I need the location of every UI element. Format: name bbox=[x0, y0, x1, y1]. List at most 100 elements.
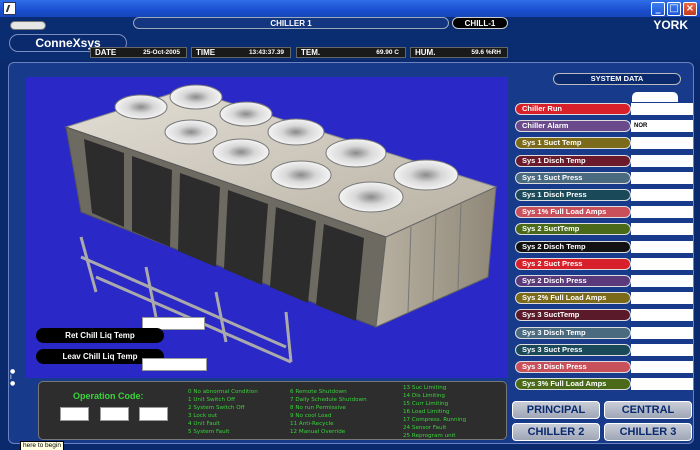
system-data-row: Sys 1 Disch Temp bbox=[515, 154, 693, 167]
system-data-row: Sys 1 Disch Press bbox=[515, 189, 693, 201]
code-item: 11 Anti-Recycle bbox=[290, 421, 334, 427]
menu-pill[interactable] bbox=[10, 21, 46, 30]
operation-codes-col-2: 6 Remote Shutdown 7 Daily Schedule Shutd… bbox=[290, 388, 367, 436]
operation-code-title: Operation Code: bbox=[73, 391, 144, 401]
code-item: 6 Remote Shutdown bbox=[290, 389, 347, 395]
operation-codes-col-1: 0 No abnormal Condition 1 Unit Switch Of… bbox=[188, 388, 258, 436]
title-bar: _ □ × bbox=[0, 0, 700, 18]
system-data-label[interactable]: Sys 2 SuctTemp bbox=[515, 223, 631, 236]
system-data-row: Sys 1% Full Load Amps bbox=[515, 206, 693, 219]
time-value: 13:43:37.39 bbox=[248, 49, 284, 56]
system-data-row: Sys 1 Suct Temp bbox=[515, 137, 693, 150]
code-item: 4 Unit Fault bbox=[188, 421, 220, 427]
time-label: TIME bbox=[196, 48, 216, 57]
system-data-label[interactable]: Sys 1 Suct Temp bbox=[515, 137, 631, 150]
close-button[interactable]: × bbox=[683, 2, 697, 16]
chiller-3-button[interactable]: CHILLER 3 bbox=[604, 423, 692, 441]
system-data-value bbox=[631, 103, 693, 115]
temperature-value: 69.90 C bbox=[376, 49, 399, 56]
humidity-label: HUM. bbox=[415, 48, 436, 57]
system-data-label[interactable]: Sys 3 Suct Press bbox=[515, 343, 631, 356]
system-data-value bbox=[631, 189, 693, 201]
system-data-value bbox=[631, 257, 693, 270]
system-data-label[interactable]: Chiller Run bbox=[515, 103, 631, 115]
humidity-value: 59.6 %RH bbox=[471, 49, 501, 56]
minimize-button[interactable]: _ bbox=[651, 2, 665, 16]
chiller-2-button[interactable]: CHILLER 2 bbox=[512, 423, 600, 441]
system-data-label[interactable]: Sys 1 Suct Press bbox=[515, 171, 631, 184]
code-item: 5 System Fault bbox=[188, 429, 230, 435]
date-label: DATE bbox=[95, 48, 117, 57]
time-field: TIME 13:43:37.39 bbox=[191, 47, 291, 58]
system-data-label[interactable]: Sys 2% Full Load Amps bbox=[515, 292, 631, 305]
ret-chill-liq-temp-label: Ret Chill Liq Temp bbox=[36, 328, 164, 343]
system-data-label[interactable]: Sys 3 SuctTemp bbox=[515, 309, 631, 322]
system-data-value bbox=[631, 292, 693, 305]
code-item: 3 Lock out bbox=[188, 413, 218, 419]
code-item: 24 Sensor Fault bbox=[403, 425, 447, 431]
date-value: 25-Oct-2005 bbox=[143, 49, 180, 56]
temperature-field: TEM. 69.90 C bbox=[296, 47, 406, 58]
code-item: 13 Suc Limiting bbox=[403, 385, 447, 391]
system-data-value bbox=[631, 361, 693, 373]
leav-chill-liq-temp-value bbox=[142, 358, 207, 371]
system-data-value bbox=[631, 326, 693, 339]
system-data-label[interactable]: Sys 2 Disch Press bbox=[515, 275, 631, 287]
operation-code-box-1 bbox=[60, 407, 89, 421]
system-data-label[interactable]: Sys 2 Suct Press bbox=[515, 257, 631, 270]
system-data-label[interactable]: Sys 3 Disch Press bbox=[515, 361, 631, 373]
system-data-label[interactable]: Sys 2 Disch Temp bbox=[515, 240, 631, 253]
tooltip: here to begin bbox=[20, 441, 64, 450]
operation-code-panel: Operation Code: 0 No abnormal Condition … bbox=[38, 381, 507, 440]
maximize-button[interactable]: □ bbox=[667, 2, 681, 16]
system-data-connector bbox=[632, 92, 678, 102]
date-field: DATE 25-Oct-2005 bbox=[90, 47, 187, 58]
code-item: 9 No cool Load bbox=[290, 413, 332, 419]
temperature-label: TEM. bbox=[301, 48, 321, 57]
system-data-value bbox=[631, 309, 693, 322]
system-data-label[interactable]: Sys 1% Full Load Amps bbox=[515, 206, 631, 219]
code-item: 8 No run Permissive bbox=[290, 405, 346, 411]
system-data-label[interactable]: Chiller Alarm bbox=[515, 120, 631, 133]
central-button[interactable]: CENTRAL bbox=[604, 401, 692, 419]
system-data-row: Sys 2% Full Load Amps bbox=[515, 292, 693, 305]
chiller-title: CHILLER 1 bbox=[133, 17, 449, 29]
system-data-label[interactable]: Sys 3 Disch Temp bbox=[515, 326, 631, 339]
system-data-label[interactable]: Sys 1 Disch Press bbox=[515, 189, 631, 201]
system-data-row: Sys 3 Disch Temp bbox=[515, 326, 693, 339]
system-data-row: Chiller Run bbox=[515, 103, 693, 115]
system-data-title: SYSTEM DATA bbox=[553, 73, 681, 85]
system-data-label[interactable]: Sys 1 Disch Temp bbox=[515, 154, 631, 167]
system-data-value bbox=[631, 137, 693, 150]
system-data-row: Sys 3 Disch Press bbox=[515, 361, 693, 373]
system-data-row: Sys 2 Suct Press bbox=[515, 257, 693, 270]
system-data-row: Chiller Alarm NOR bbox=[515, 120, 693, 133]
system-data-label[interactable]: Sys 3% Full Load Amps bbox=[515, 378, 631, 391]
system-data-value bbox=[631, 206, 693, 219]
system-data-value: NOR bbox=[631, 120, 693, 133]
code-item: 2 System Switch Off bbox=[188, 405, 245, 411]
system-data-value bbox=[631, 223, 693, 236]
system-data-row: Sys 2 Disch Temp bbox=[515, 240, 693, 253]
operation-code-box-3 bbox=[139, 407, 168, 421]
system-data-row: Sys 3 Suct Press bbox=[515, 343, 693, 356]
operation-codes-col-3: 13 Suc Limiting 14 Dis Limiting 15 Curr … bbox=[403, 384, 466, 440]
app-window: _ □ × YORK CHILLER 1 CHILL-1 ConneXsys D… bbox=[0, 0, 700, 450]
system-data-value bbox=[631, 343, 693, 356]
brand-label: YORK bbox=[653, 18, 688, 32]
code-item: 12 Manual Override bbox=[290, 429, 346, 435]
system-data-row: Sys 3 SuctTemp bbox=[515, 309, 693, 322]
code-item: 0 No abnormal Condition bbox=[188, 389, 258, 395]
system-data-row: Sys 3% Full Load Amps bbox=[515, 378, 693, 391]
principal-button[interactable]: PRINCIPAL bbox=[512, 401, 600, 419]
code-item: 16 Load Limiting bbox=[403, 409, 450, 415]
system-data-row: Sys 1 Suct Press bbox=[515, 171, 693, 184]
system-data-row: Sys 2 Disch Press bbox=[515, 275, 693, 287]
system-data-value bbox=[631, 275, 693, 287]
system-data-value bbox=[631, 154, 693, 167]
system-data-value bbox=[631, 171, 693, 184]
system-data-row: Sys 2 SuctTemp bbox=[515, 223, 693, 236]
code-item: 14 Dis Limiting bbox=[403, 393, 445, 399]
app-icon bbox=[3, 2, 16, 15]
chiller-tag: CHILL-1 bbox=[452, 17, 508, 29]
